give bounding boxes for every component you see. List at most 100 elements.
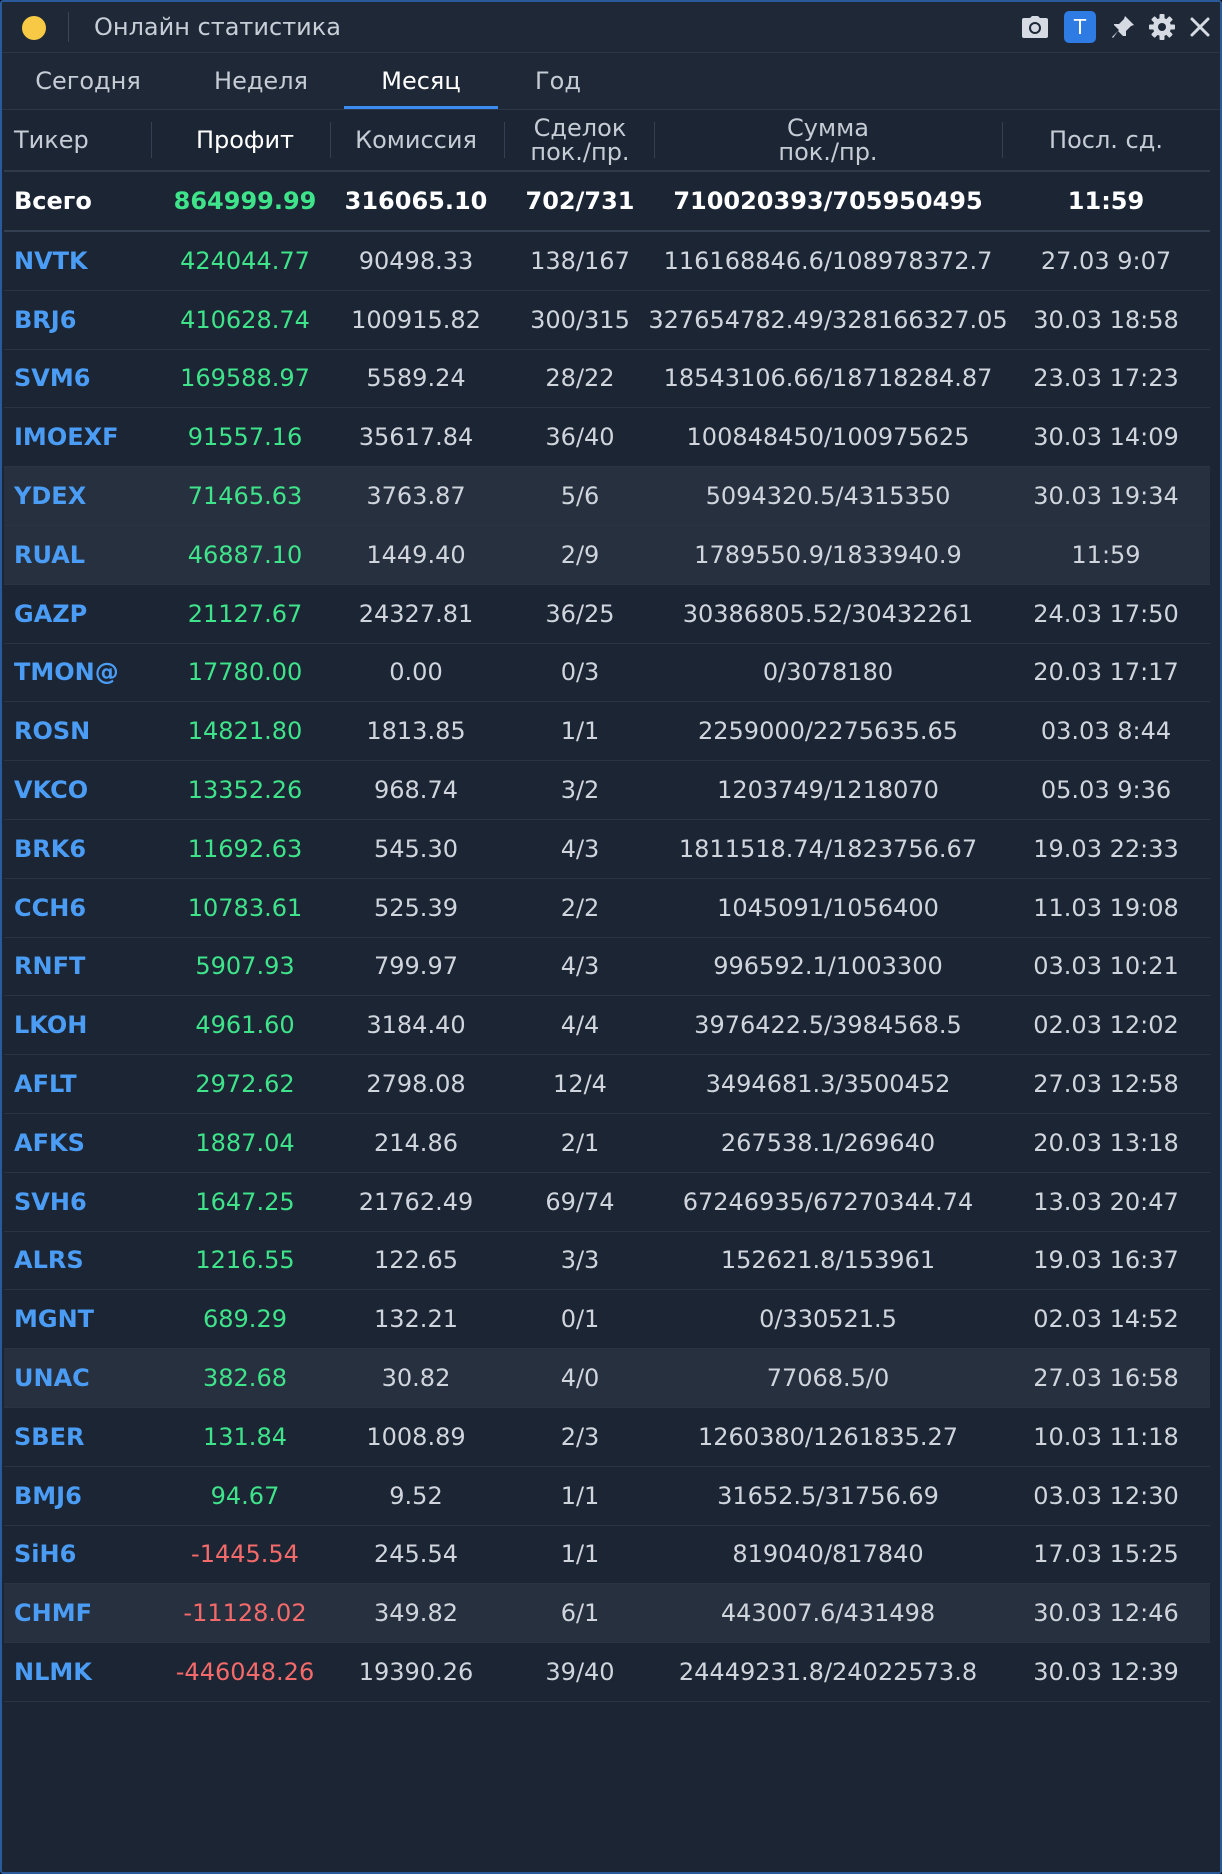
ticker-cell[interactable]: RNFT [4,938,160,996]
table-row[interactable]: BMJ6 94.67 9.52 1/1 31652.5/31756.69 03.… [4,1467,1210,1526]
last-deal-cell: 11:59 [1071,540,1141,569]
ticker-cell[interactable]: SVM6 [4,350,160,408]
pin-icon[interactable] [1108,12,1138,42]
table-row[interactable]: ROSN 14821.80 1813.85 1/1 2259000/227563… [4,702,1210,762]
table-row[interactable]: AFLT 2972.62 2798.08 12/4 3494681.3/3500… [4,1055,1210,1114]
ticker-cell[interactable]: CHMF [4,1584,160,1642]
ticker-cell[interactable]: AFLT [4,1055,160,1113]
ticker-cell[interactable]: LKOH [4,996,160,1054]
table-row[interactable]: SVM6 169588.97 5589.24 28/22 18543106.66… [4,350,1210,409]
ticker-cell[interactable]: GAZP [4,585,160,643]
sum-cell: 100848450/100975625 [686,423,970,452]
last-deal-cell: 20.03 13:18 [1033,1128,1179,1157]
table-row[interactable]: SiH6 -1445.54 245.54 1/1 819040/817840 1… [4,1526,1210,1585]
tab-month[interactable]: Месяц [344,53,498,109]
ticker-cell[interactable]: BRJ6 [4,291,160,349]
deals-cell: 6/1 [560,1599,600,1628]
sum-cell: 31652.5/31756.69 [717,1481,939,1510]
deals-cell: 36/25 [545,599,615,628]
last-deal-cell: 30.03 19:34 [1033,482,1179,511]
ticker-cell[interactable]: ALRS [4,1232,160,1290]
sum-cell: 0/3078180 [762,658,894,687]
deals-cell: 39/40 [545,1658,615,1687]
table-row[interactable]: VKCO 13352.26 968.74 3/2 1203749/1218070… [4,761,1210,820]
ticker-cell[interactable]: RUAL [4,526,160,584]
table-row[interactable]: UNAC 382.68 30.82 4/0 77068.5/0 27.03 16… [4,1349,1210,1408]
app-status-icon[interactable] [22,16,46,40]
last-deal-cell: 30.03 12:46 [1033,1599,1179,1628]
ticker-cell[interactable]: BMJ6 [4,1467,160,1525]
table-row[interactable]: NLMK -446048.26 19390.26 39/40 24449231.… [4,1643,1210,1702]
commission-cell: 2798.08 [366,1070,466,1099]
ticker-cell[interactable]: NLMK [4,1643,160,1701]
last-deal-cell: 30.03 12:39 [1033,1658,1179,1687]
tab-today[interactable]: Сегодня [6,53,170,109]
col-header-deals[interactable]: Сделок пок./пр. [505,110,655,170]
commission-cell: 21762.49 [358,1187,474,1216]
table-row[interactable]: TMON@ 17780.00 0.00 0/3 0/3078180 20.03 … [4,644,1210,703]
ticker-cell[interactable]: BRK6 [4,820,160,878]
last-deal-cell: 23.03 17:23 [1033,364,1179,393]
tab-week[interactable]: Неделя [179,53,343,109]
table-row[interactable]: RNFT 5907.93 799.97 4/3 996592.1/1003300… [4,938,1210,997]
deals-cell: 2/2 [560,893,600,922]
ticker-cell[interactable]: YDEX [4,467,160,525]
profit-cell: 17780.00 [187,658,303,687]
table-row[interactable]: AFKS 1887.04 214.86 2/1 267538.1/269640 … [4,1114,1210,1173]
col-header-commission[interactable]: Комиссия [331,110,501,170]
table-row[interactable]: BRJ6 410628.74 100915.82 300/315 3276547… [4,291,1210,350]
table-row[interactable]: CCH6 10783.61 525.39 2/2 1045091/1056400… [4,879,1210,938]
ticker-cell[interactable]: UNAC [4,1349,160,1407]
ticker-cell[interactable]: AFKS [4,1114,160,1172]
table-row[interactable]: LKOH 4961.60 3184.40 4/4 3976422.5/39845… [4,996,1210,1056]
col-header-profit[interactable]: Профит [152,110,338,170]
ticker-cell[interactable]: TMON@ [4,644,160,702]
ticker-cell[interactable]: SBER [4,1408,160,1466]
table-row[interactable]: IMOEXF 91557.16 35617.84 36/40 100848450… [4,408,1210,468]
col-header-ticker[interactable]: Тикер [4,110,160,170]
tab-year[interactable]: Год [478,53,638,109]
ticker-cell[interactable]: SiH6 [4,1526,160,1584]
t-badge-icon[interactable]: T [1064,11,1096,43]
col-header-sum-line1: Сумма [787,114,869,142]
table-row[interactable]: RUAL 46887.10 1449.40 2/9 1789550.9/1833… [4,525,1210,585]
table-row[interactable]: BRK6 11692.63 545.30 4/3 1811518.74/1823… [4,820,1210,879]
ticker-cell[interactable]: CCH6 [4,879,160,937]
table-row[interactable]: MGNT 689.29 132.21 0/1 0/330521.5 02.03 … [4,1290,1210,1350]
ticker-cell[interactable]: NVTK [4,232,160,290]
table-row[interactable]: SBER 131.84 1008.89 2/3 1260380/1261835.… [4,1408,1210,1467]
total-deals: 702/731 [525,187,635,215]
commission-cell: 3763.87 [366,482,466,511]
profit-cell: 14821.80 [187,717,303,746]
profit-cell: 689.29 [203,1305,287,1334]
table-row[interactable]: ALRS 1216.55 122.65 3/3 152621.8/153961 … [4,1232,1210,1291]
table-row[interactable]: SVH6 1647.25 21762.49 69/74 67246935/672… [4,1173,1210,1232]
profit-cell: 2972.62 [195,1070,295,1099]
sum-cell: 443007.6/431498 [720,1599,936,1628]
ticker-cell[interactable]: ROSN [4,702,160,760]
title-bar: Онлайн статистика T [2,2,1220,53]
total-row[interactable]: Всего 864999.99 316065.10 702/731 710020… [4,172,1210,232]
sum-cell: 3976422.5/3984568.5 [694,1011,962,1040]
table-row[interactable]: CHMF -11128.02 349.82 6/1 443007.6/43149… [4,1584,1210,1644]
table-row[interactable]: YDEX 71465.63 3763.87 5/6 5094320.5/4315… [4,467,1210,526]
ticker-cell[interactable]: IMOEXF [4,408,160,466]
profit-cell: -1445.54 [191,1540,299,1569]
ticker-cell[interactable]: SVH6 [4,1173,160,1231]
deals-cell: 12/4 [553,1070,607,1099]
table-row[interactable]: GAZP 21127.67 24327.81 36/25 30386805.52… [4,585,1210,644]
profit-cell: 410628.74 [180,305,310,334]
col-header-last-deal[interactable]: Посл. сд. [1003,110,1209,170]
close-icon[interactable] [1185,12,1215,42]
camera-icon[interactable] [1020,12,1050,42]
ticker-cell[interactable]: VKCO [4,761,160,819]
table-row[interactable]: NVTK 424044.77 90498.33 138/167 11616884… [4,232,1210,291]
sum-cell: 1811518.74/1823756.67 [678,834,978,863]
deals-cell: 4/0 [560,1364,600,1393]
ticker-cell[interactable]: MGNT [4,1290,160,1348]
gear-icon[interactable] [1147,12,1177,42]
col-header-sum[interactable]: Сумма пок./пр. [655,110,1001,170]
last-deal-cell: 19.03 16:37 [1033,1246,1179,1275]
commission-cell: 525.39 [374,893,458,922]
sum-cell: 1203749/1218070 [717,776,939,805]
